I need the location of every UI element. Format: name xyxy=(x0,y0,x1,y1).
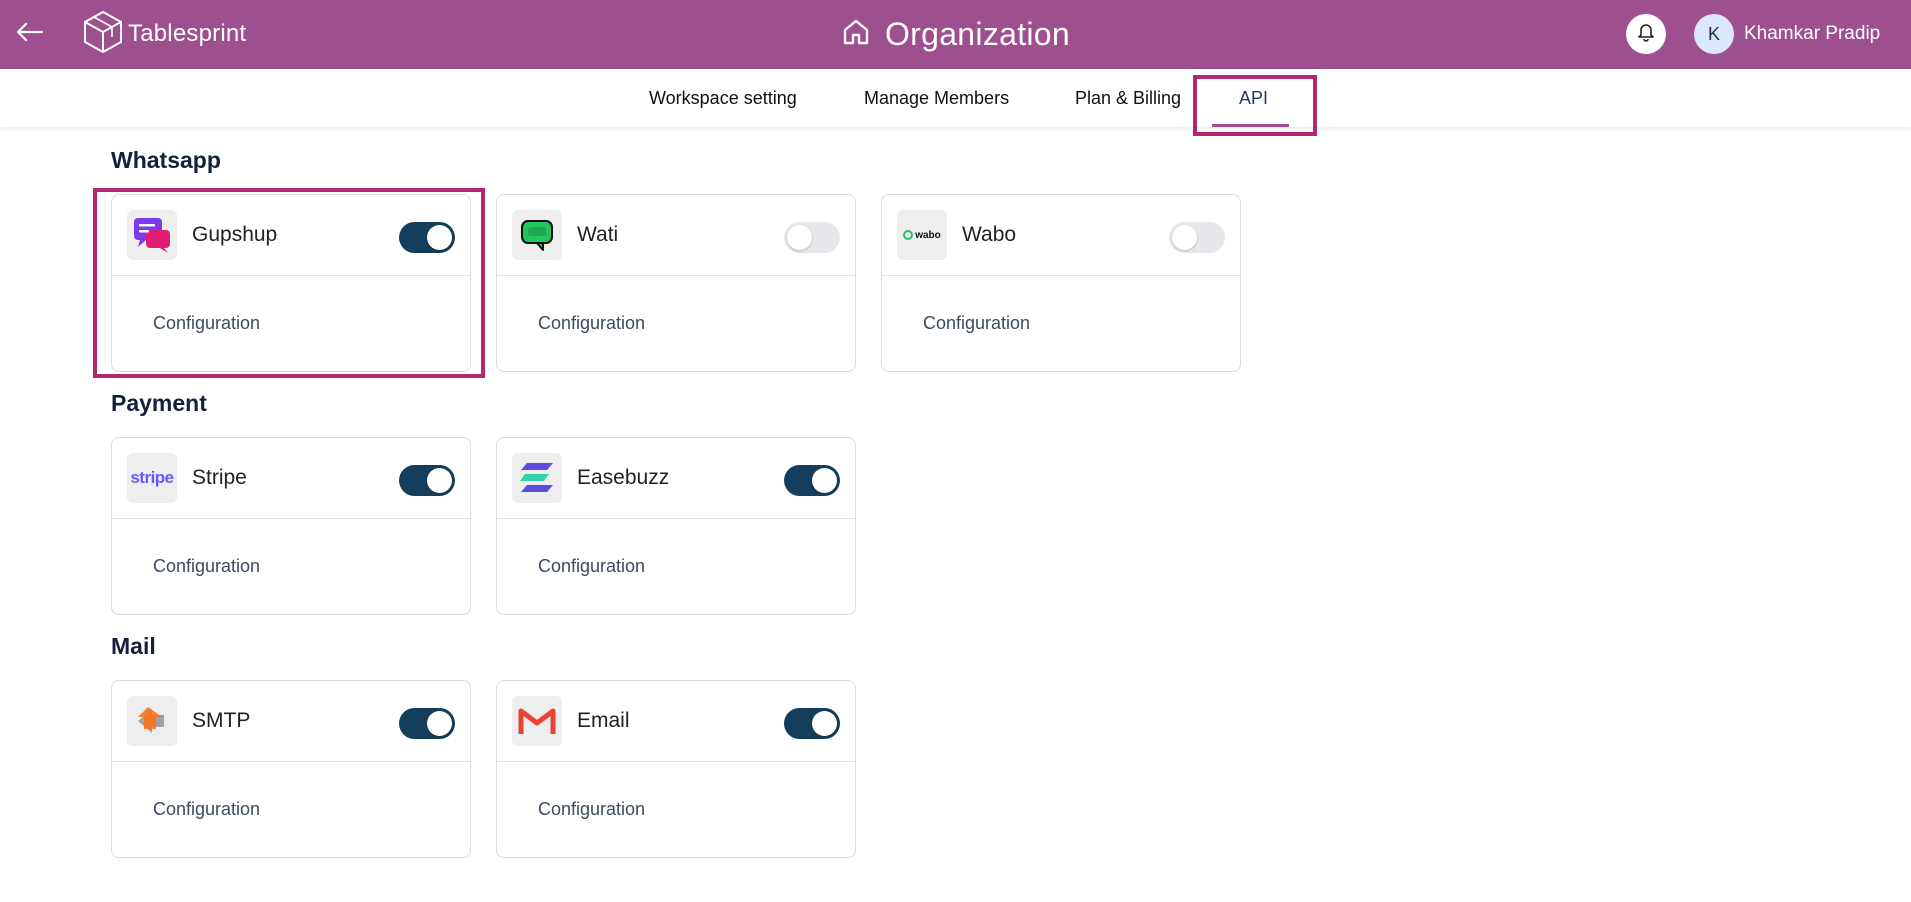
wabo-logo-text: wabo xyxy=(915,229,941,241)
configuration-link[interactable]: Configuration xyxy=(538,313,645,334)
enable-toggle[interactable] xyxy=(784,708,840,739)
stripe-logo-icon: stripe xyxy=(127,453,177,503)
card-header: stripe Stripe xyxy=(112,438,470,519)
enable-toggle[interactable] xyxy=(399,708,455,739)
card-header: Easebuzz xyxy=(497,438,855,519)
integration-card-wabo: wabo Wabo Configuration xyxy=(881,194,1241,372)
card-title: Wati xyxy=(577,223,619,246)
brand-name: Tablesprint xyxy=(128,20,247,47)
integration-card-wati: Wati Configuration xyxy=(496,194,856,372)
enable-toggle[interactable] xyxy=(399,465,455,496)
active-tab-indicator xyxy=(1212,124,1289,127)
configuration-link[interactable]: Configuration xyxy=(538,799,645,820)
brand-logo[interactable]: Tablesprint xyxy=(82,10,247,59)
card-header: SMTP xyxy=(112,681,470,762)
notifications-button[interactable] xyxy=(1626,14,1666,54)
integration-card-stripe: stripe Stripe Configuration xyxy=(111,437,471,615)
user-menu[interactable]: K Khamkar Pradip xyxy=(1694,13,1880,55)
gupshup-logo-icon xyxy=(127,210,177,260)
avatar: K xyxy=(1694,14,1734,54)
integration-card-email: Email Configuration xyxy=(496,680,856,858)
tab-plan-billing[interactable]: Plan & Billing xyxy=(1075,69,1181,127)
easebuzz-logo-icon xyxy=(512,453,562,503)
card-title: Stripe xyxy=(192,466,247,489)
enable-toggle[interactable] xyxy=(784,465,840,496)
card-title: Wabo xyxy=(962,223,1017,246)
section-title-whatsapp: Whatsapp xyxy=(111,147,221,173)
tab-bar: Workspace setting Manage Members Plan & … xyxy=(0,69,1911,127)
card-header: wabo Wabo xyxy=(882,195,1240,276)
configuration-link[interactable]: Configuration xyxy=(923,313,1030,334)
configuration-link[interactable]: Configuration xyxy=(153,313,260,334)
card-header: Wati xyxy=(497,195,855,276)
stripe-logo-text: stripe xyxy=(130,468,174,487)
page-title: Organization xyxy=(884,16,1071,52)
wati-logo-icon xyxy=(512,210,562,260)
wabo-logo-icon: wabo xyxy=(897,210,947,260)
section-title-mail: Mail xyxy=(111,633,156,659)
back-button[interactable] xyxy=(12,16,48,52)
enable-toggle[interactable] xyxy=(784,222,840,253)
arrow-left-icon xyxy=(16,22,44,47)
tab-workspace-setting[interactable]: Workspace setting xyxy=(649,69,797,127)
configuration-link[interactable]: Configuration xyxy=(153,556,260,577)
page-title-group: Organization xyxy=(0,0,1911,69)
configuration-link[interactable]: Configuration xyxy=(538,556,645,577)
section-title-payment: Payment xyxy=(111,390,207,416)
bell-icon xyxy=(1637,22,1655,47)
tab-api[interactable]: API xyxy=(1239,69,1268,127)
user-name: Khamkar Pradip xyxy=(1744,23,1881,44)
enable-toggle[interactable] xyxy=(1169,222,1225,253)
card-header: Gupshup xyxy=(112,195,470,276)
gmail-logo-icon xyxy=(512,696,562,746)
card-header: Email xyxy=(497,681,855,762)
top-bar: Tablesprint Organization K Khamkar Pradi… xyxy=(0,0,1911,69)
card-title: Email xyxy=(577,709,630,732)
cube-logo-icon xyxy=(82,10,124,59)
enable-toggle[interactable] xyxy=(399,222,455,253)
card-title: Easebuzz xyxy=(577,466,670,489)
integration-card-easebuzz: Easebuzz Configuration xyxy=(496,437,856,615)
card-title: SMTP xyxy=(192,709,251,732)
configuration-link[interactable]: Configuration xyxy=(153,799,260,820)
tab-manage-members[interactable]: Manage Members xyxy=(864,69,1009,127)
integration-card-smtp: SMTP Configuration xyxy=(111,680,471,858)
integration-card-gupshup: Gupshup Configuration xyxy=(111,194,471,372)
smtp-logo-icon xyxy=(127,696,177,746)
card-title: Gupshup xyxy=(192,223,278,246)
home-icon xyxy=(841,17,871,52)
